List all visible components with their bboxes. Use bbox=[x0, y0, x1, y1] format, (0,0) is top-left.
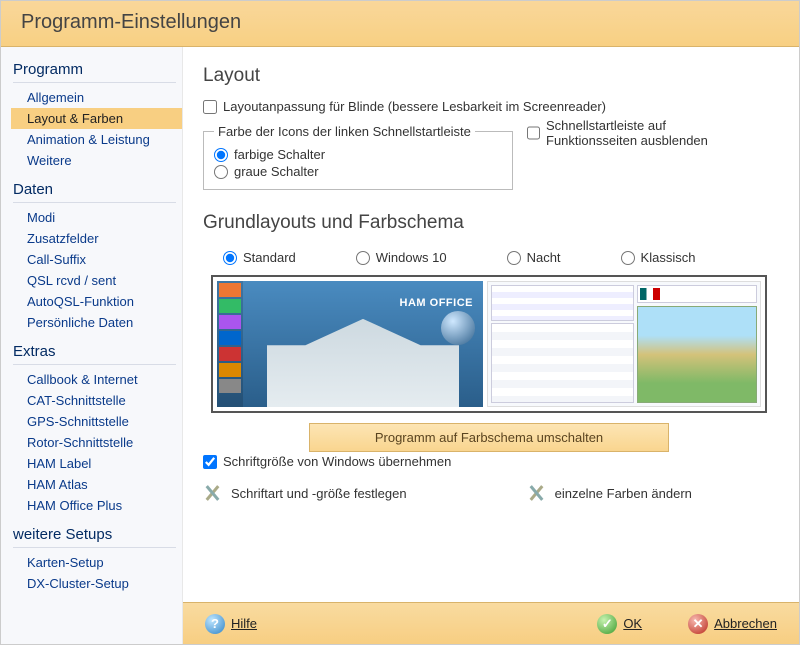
sidebar-item-weitere[interactable]: Weitere bbox=[11, 150, 182, 171]
icon-color-radio-farbig[interactable] bbox=[214, 148, 228, 162]
preview-banner-text: HAM OFFICE bbox=[400, 297, 473, 309]
sidebar-item-callbook[interactable]: Callbook & Internet bbox=[11, 369, 182, 390]
icon-color-fieldset: Farbe der Icons der linken Schnellstartl… bbox=[203, 124, 513, 190]
preview-building-graphic bbox=[267, 319, 459, 407]
sidebar-item-karten-setup[interactable]: Karten-Setup bbox=[11, 552, 182, 573]
sidebar-group-extras: Extras bbox=[13, 343, 182, 360]
sidebar-item-dx-cluster-setup[interactable]: DX-Cluster-Setup bbox=[11, 573, 182, 594]
scheme-option-nacht[interactable]: Nacht bbox=[507, 250, 561, 265]
preview-flag-row bbox=[637, 285, 757, 303]
check-icon bbox=[597, 614, 617, 634]
cancel-button[interactable]: Abbrechen bbox=[680, 612, 785, 636]
sidebar-group-programm: Programm bbox=[13, 61, 182, 78]
scheme-option-standard[interactable]: Standard bbox=[223, 250, 296, 265]
sidebar-item-rotor[interactable]: Rotor-Schnittstelle bbox=[11, 432, 182, 453]
sidebar-group-daten: Daten bbox=[13, 181, 182, 198]
blind-layout-input[interactable] bbox=[203, 100, 217, 114]
sidebar-item-persoenliche-daten[interactable]: Persönliche Daten bbox=[11, 312, 182, 333]
preview-map bbox=[637, 306, 757, 403]
set-colors-button[interactable]: einzelne Farben ändern bbox=[527, 483, 692, 503]
set-font-label: Schriftart und -größe festlegen bbox=[231, 486, 407, 501]
scheme-label-standard: Standard bbox=[243, 250, 296, 265]
sidebar-item-animation[interactable]: Animation & Leistung bbox=[11, 129, 182, 150]
ok-button[interactable]: OK bbox=[589, 612, 650, 636]
hide-quickbar-checkbox[interactable]: Schnellstartleiste auf Funktionsseiten a… bbox=[527, 118, 747, 148]
blind-layout-checkbox[interactable]: Layoutanpassung für Blinde (bessere Lesb… bbox=[203, 99, 775, 114]
sidebar-item-call-suffix[interactable]: Call-Suffix bbox=[11, 249, 182, 270]
sidebar-item-zusatzfelder[interactable]: Zusatzfelder bbox=[11, 228, 182, 249]
scheme-label-nacht: Nacht bbox=[527, 250, 561, 265]
scheme-radio-win10[interactable] bbox=[356, 251, 370, 265]
window-title: Programm-Einstellungen bbox=[21, 11, 779, 34]
sidebar-item-allgemein[interactable]: Allgemein bbox=[11, 87, 182, 108]
wrench-icon bbox=[203, 483, 223, 503]
sidebar-group-weitere-setups: weitere Setups bbox=[13, 526, 182, 543]
preview-form-grid bbox=[491, 285, 634, 321]
content-pane: Layout Layoutanpassung für Blinde (besse… bbox=[183, 47, 799, 644]
sidebar-item-modi[interactable]: Modi bbox=[11, 207, 182, 228]
set-font-button[interactable]: Schriftart und -größe festlegen bbox=[203, 483, 407, 503]
window-header: Programm-Einstellungen bbox=[1, 1, 799, 47]
help-icon bbox=[205, 614, 225, 634]
help-label: Hilfe bbox=[231, 616, 257, 631]
inherit-windows-font-checkbox[interactable]: Schriftgröße von Windows übernehmen bbox=[203, 454, 775, 469]
icon-color-label-farbig: farbige Schalter bbox=[234, 147, 325, 162]
mexico-flag-icon bbox=[640, 288, 660, 300]
sidebar: Programm Allgemein Layout & Farben Anima… bbox=[1, 47, 183, 644]
scheme-preview-main bbox=[487, 281, 761, 407]
icon-color-option-farbig[interactable]: farbige Schalter bbox=[214, 147, 502, 162]
icon-color-legend: Farbe der Icons der linken Schnellstartl… bbox=[214, 124, 475, 139]
hide-quickbar-label: Schnellstartleiste auf Funktionsseiten a… bbox=[546, 118, 747, 148]
scheme-label-win10: Windows 10 bbox=[376, 250, 447, 265]
switch-scheme-button[interactable]: Programm auf Farbschema umschalten bbox=[309, 423, 669, 452]
sidebar-item-qsl[interactable]: QSL rcvd / sent bbox=[11, 270, 182, 291]
scheme-label-klassisch: Klassisch bbox=[641, 250, 696, 265]
scheme-radio-row: Standard Windows 10 Nacht Klassisch bbox=[203, 248, 775, 267]
sidebar-item-layout-farben[interactable]: Layout & Farben bbox=[11, 108, 182, 129]
blind-layout-label: Layoutanpassung für Blinde (bessere Lesb… bbox=[223, 99, 606, 114]
section-title-schemes: Grundlayouts und Farbschema bbox=[203, 212, 775, 234]
hide-quickbar-input[interactable] bbox=[527, 126, 540, 140]
scheme-preview: HAM OFFICE bbox=[211, 275, 767, 413]
dialog-button-bar: Hilfe OK Abbrechen bbox=[183, 602, 799, 644]
globe-icon bbox=[441, 311, 475, 345]
set-colors-label: einzelne Farben ändern bbox=[555, 486, 692, 501]
icon-color-option-grau[interactable]: graue Schalter bbox=[214, 164, 502, 179]
help-button[interactable]: Hilfe bbox=[197, 612, 265, 636]
scheme-option-win10[interactable]: Windows 10 bbox=[356, 250, 447, 265]
scheme-radio-klassisch[interactable] bbox=[621, 251, 635, 265]
sidebar-item-cat[interactable]: CAT-Schnittstelle bbox=[11, 390, 182, 411]
section-title-layout: Layout bbox=[203, 65, 775, 87]
inherit-windows-font-input[interactable] bbox=[203, 455, 217, 469]
sidebar-item-ham-label[interactable]: HAM Label bbox=[11, 453, 182, 474]
ok-label: OK bbox=[623, 616, 642, 631]
sidebar-item-ham-office-plus[interactable]: HAM Office Plus bbox=[11, 495, 182, 516]
sidebar-item-ham-atlas[interactable]: HAM Atlas bbox=[11, 474, 182, 495]
inherit-windows-font-label: Schriftgröße von Windows übernehmen bbox=[223, 454, 451, 469]
wrench-icon bbox=[527, 483, 547, 503]
sidebar-item-autoqsl[interactable]: AutoQSL-Funktion bbox=[11, 291, 182, 312]
close-icon bbox=[688, 614, 708, 634]
scheme-preview-splash: HAM OFFICE bbox=[217, 281, 483, 407]
sidebar-item-gps[interactable]: GPS-Schnittstelle bbox=[11, 411, 182, 432]
icon-color-radio-grau[interactable] bbox=[214, 165, 228, 179]
scheme-option-klassisch[interactable]: Klassisch bbox=[621, 250, 696, 265]
cancel-label: Abbrechen bbox=[714, 616, 777, 631]
preview-log-table bbox=[491, 323, 634, 403]
scheme-radio-nacht[interactable] bbox=[507, 251, 521, 265]
scheme-radio-standard[interactable] bbox=[223, 251, 237, 265]
preview-launcher-icons bbox=[217, 281, 243, 407]
icon-color-label-grau: graue Schalter bbox=[234, 164, 319, 179]
